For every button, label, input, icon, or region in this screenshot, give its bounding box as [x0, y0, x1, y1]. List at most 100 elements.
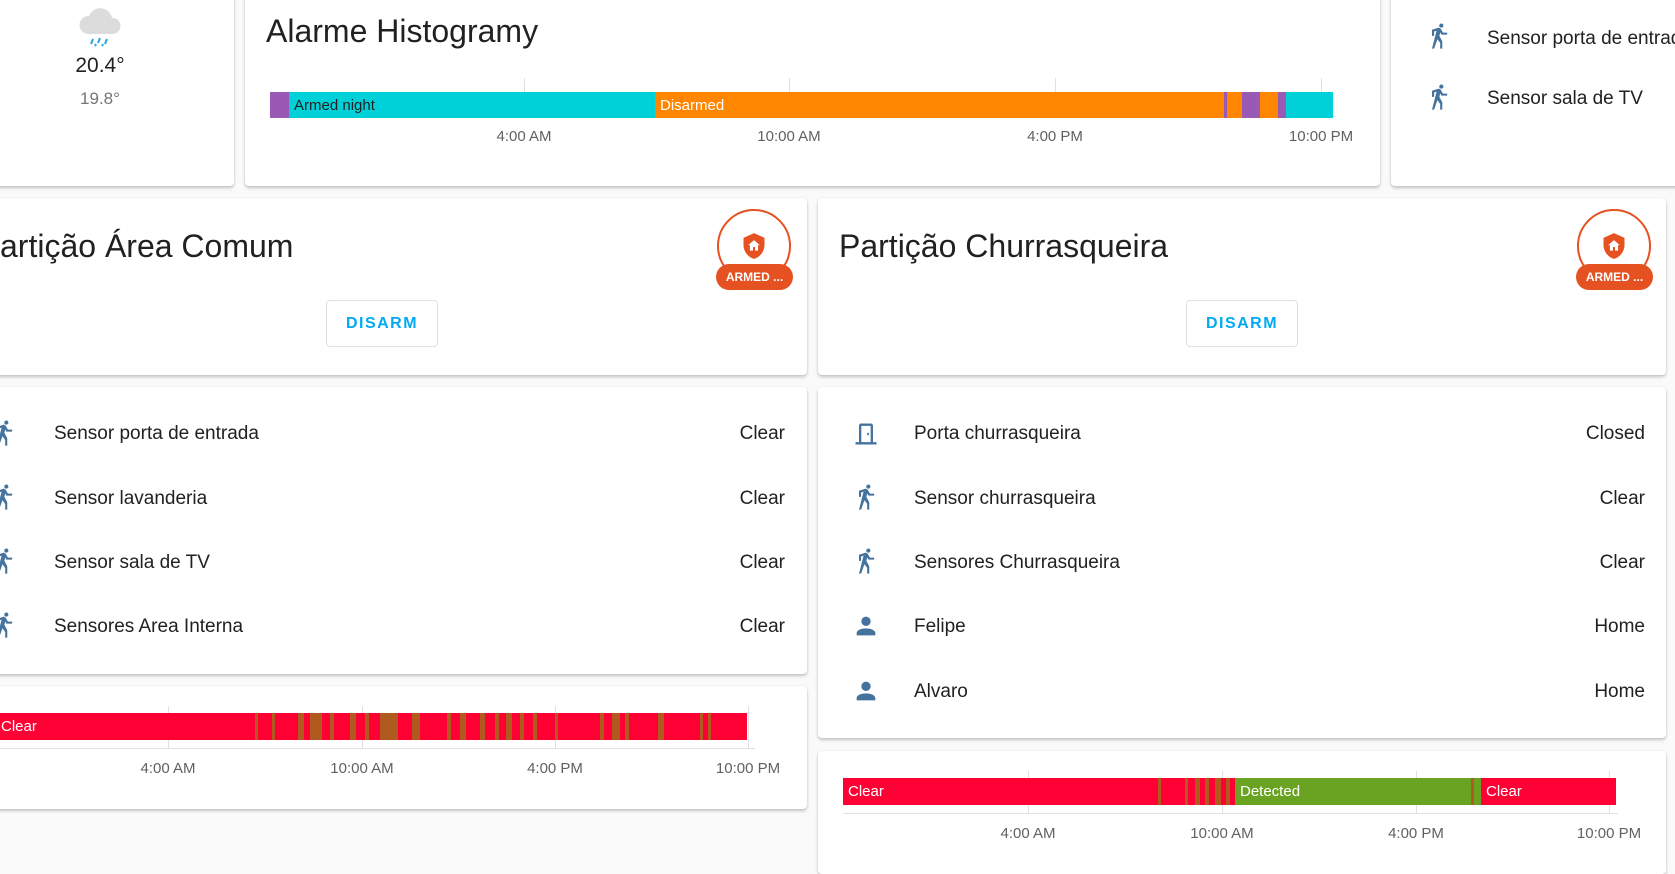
segment-detected: [298, 713, 304, 740]
segment-detected: [495, 713, 499, 740]
entity-name[interactable]: Sensor porta de entrada: [54, 423, 259, 445]
partition-churras-title: Partição Churrasqueira: [839, 228, 1169, 264]
history-timeline-bar[interactable]: Clear: [0, 713, 747, 740]
segment-armed-night: [270, 92, 289, 118]
entity-name[interactable]: Sensor churrasqueira: [914, 488, 1096, 510]
walk-icon: [0, 484, 18, 512]
entity-state: Clear: [739, 552, 785, 573]
entity-state: Closed: [1585, 423, 1645, 444]
tick-label: 10:00 PM: [1288, 128, 1354, 145]
segment-armed: [1286, 92, 1333, 118]
segment-disarmed: [1260, 92, 1278, 118]
segment-detected: [533, 713, 537, 740]
entity-name[interactable]: Porta churrasqueira: [914, 423, 1081, 445]
tick-label: 10:00 AM: [757, 128, 821, 145]
segment-detected: [1158, 778, 1161, 805]
top-right-sensors-card: Sensor porta de entrad Sensor sala de TV: [1391, 0, 1675, 186]
weather-card[interactable]: 20.4° 19.8°: [0, 0, 234, 186]
grid-line: [0, 748, 755, 749]
alarm-state-badge: ARMED ...: [716, 264, 793, 290]
segment-detected: [506, 713, 512, 740]
entity-name[interactable]: Alvaro: [914, 681, 968, 703]
walk-icon: [1425, 84, 1453, 112]
tick-label: 4:00 AM: [496, 128, 552, 145]
entity-state: Clear: [1599, 488, 1645, 509]
segment-detected: [255, 713, 258, 740]
entity-name[interactable]: Sensores Area Interna: [54, 616, 243, 638]
weather-temp-low: 19.8°: [80, 89, 120, 108]
tick-label: 4:00 PM: [1027, 128, 1083, 145]
segment-detected: [1471, 778, 1474, 805]
partition-area-title: artição Área Comum: [0, 228, 294, 264]
segment-detected: [350, 713, 356, 740]
label-armed-night: Armed night: [294, 96, 375, 114]
segment-detected: [330, 713, 334, 740]
entity-name[interactable]: Sensor sala de TV: [54, 552, 210, 574]
segment-detected: [365, 713, 369, 740]
tick-label: 10:00 AM: [330, 760, 394, 777]
segment-detected: [1215, 778, 1221, 805]
segment-detected: [480, 713, 485, 740]
alarm-timeline-bar[interactable]: Armed night Disarmed: [270, 92, 1333, 118]
entity-name[interactable]: Sensor lavanderia: [54, 488, 207, 510]
history-timeline-bar[interactable]: Clear Detected Clear: [843, 778, 1616, 805]
walk-icon: [852, 548, 880, 576]
segment-detected: [658, 713, 664, 740]
person-icon: [852, 612, 880, 640]
disarm-button[interactable]: DISARM: [1186, 300, 1298, 347]
segment-detected: [700, 713, 703, 740]
segment-detected: [460, 713, 466, 740]
segment-detected: [1226, 778, 1230, 805]
entity-state: Home: [1594, 681, 1645, 702]
segment-detected: [1205, 778, 1209, 805]
segment-armed-night: [1242, 92, 1260, 118]
person-icon: [852, 677, 880, 705]
segment-detected: [447, 713, 451, 740]
door-icon: [852, 420, 880, 448]
segment-detected: [310, 713, 322, 740]
label-clear: Clear: [1486, 783, 1522, 800]
rainy-cloud-icon: [76, 4, 124, 48]
walk-icon: [0, 420, 18, 448]
history-left-card: Clear 4:00 AM 10:00 AM 4:00 PM 10:00 PM: [0, 686, 807, 809]
segment-disarmed: [1227, 92, 1242, 118]
segment-clear: [843, 778, 1235, 805]
tick-label: 4:00 PM: [1388, 825, 1444, 842]
entity-state: Clear: [1599, 552, 1645, 573]
entities-right-card: Porta churrasqueira Closed Sensor churra…: [818, 387, 1666, 738]
segment-detected: [272, 713, 275, 740]
disarm-button[interactable]: DISARM: [326, 300, 438, 347]
list-item-name[interactable]: Sensor sala de TV: [1487, 88, 1643, 110]
list-item-name[interactable]: Sensor porta de entrad: [1487, 28, 1675, 50]
weather-temp-high: 20.4°: [75, 54, 125, 77]
tick-label: 10:00 PM: [1576, 825, 1642, 842]
tick-label: 10:00 AM: [1190, 825, 1254, 842]
walk-icon: [0, 548, 18, 576]
entities-left-card: Sensor porta de entrada Clear Sensor lav…: [0, 387, 807, 674]
walk-icon: [852, 484, 880, 512]
entity-name[interactable]: Felipe: [914, 616, 966, 638]
segment-detected: [1185, 778, 1188, 805]
segment-detected: [555, 713, 558, 740]
label-detected: Detected: [1240, 783, 1301, 800]
alarm-history-title: Alarme Histogramy: [266, 13, 539, 49]
entity-state: Home: [1594, 616, 1645, 637]
label-clear: Clear: [848, 783, 884, 800]
segment-detected: [625, 713, 629, 740]
walk-icon: [1425, 23, 1453, 51]
alarm-state-badge: ARMED ...: [1576, 264, 1653, 290]
partition-churras-card: Partição Churrasqueira ARMED ... DISARM: [818, 198, 1666, 375]
tick-label: 4:00 AM: [1000, 825, 1056, 842]
entity-state: Clear: [739, 488, 785, 509]
tick-label: 10:00 PM: [715, 760, 781, 777]
tick-label: 4:00 AM: [140, 760, 196, 777]
walk-icon: [0, 612, 18, 640]
entity-state: Clear: [739, 616, 785, 637]
entity-name[interactable]: Sensores Churrasqueira: [914, 552, 1120, 574]
label-disarmed: Disarmed: [660, 96, 725, 114]
tick-label: 4:00 PM: [527, 760, 583, 777]
grid-line: [748, 706, 749, 748]
partition-area-card: artição Área Comum ARMED ... DISARM: [0, 198, 807, 375]
segment-detected: [412, 713, 420, 740]
segment-detected: [380, 713, 398, 740]
